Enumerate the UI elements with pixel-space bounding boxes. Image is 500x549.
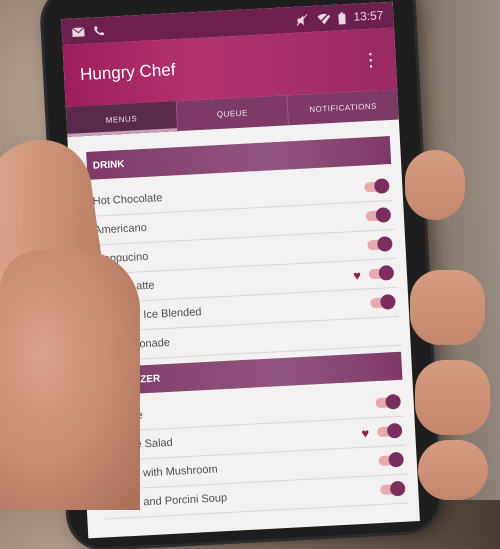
hand-finger xyxy=(418,440,488,500)
mute-icon xyxy=(296,13,310,27)
availability-toggle[interactable] xyxy=(379,483,403,496)
availability-toggle[interactable] xyxy=(367,239,390,251)
battery-icon xyxy=(338,12,346,25)
app-title: Hungry Chef xyxy=(79,60,176,85)
hand-finger xyxy=(410,270,485,345)
more-vert-icon[interactable]: ⋮ xyxy=(361,49,380,70)
availability-toggle[interactable] xyxy=(364,181,387,193)
hand-finger xyxy=(405,150,465,220)
item-name: Potato and Porcini Soup xyxy=(108,492,228,511)
wifi-off-icon xyxy=(317,12,331,25)
availability-toggle[interactable] xyxy=(378,454,401,467)
heart-icon[interactable]: ♥ xyxy=(353,267,361,282)
hand-finger xyxy=(415,360,490,435)
item-name: Nicoise Salad xyxy=(105,436,174,453)
heart-icon[interactable]: ♥ xyxy=(361,425,369,440)
availability-toggle[interactable] xyxy=(368,268,392,280)
mail-icon xyxy=(71,26,86,38)
tab-menus[interactable]: MENUS xyxy=(65,101,179,137)
section-header-drink: DRINK xyxy=(86,136,392,180)
availability-toggle[interactable] xyxy=(365,210,389,222)
availability-toggle[interactable] xyxy=(375,397,398,409)
tab-queue[interactable]: QUEUE xyxy=(176,95,290,132)
phone-icon xyxy=(93,25,107,36)
tab-notifications[interactable]: NOTIFICATIONS xyxy=(287,90,398,126)
availability-toggle[interactable] xyxy=(376,425,400,438)
hand-palm xyxy=(0,250,140,510)
availability-toggle[interactable] xyxy=(370,297,393,309)
status-time: 13:57 xyxy=(353,8,384,24)
